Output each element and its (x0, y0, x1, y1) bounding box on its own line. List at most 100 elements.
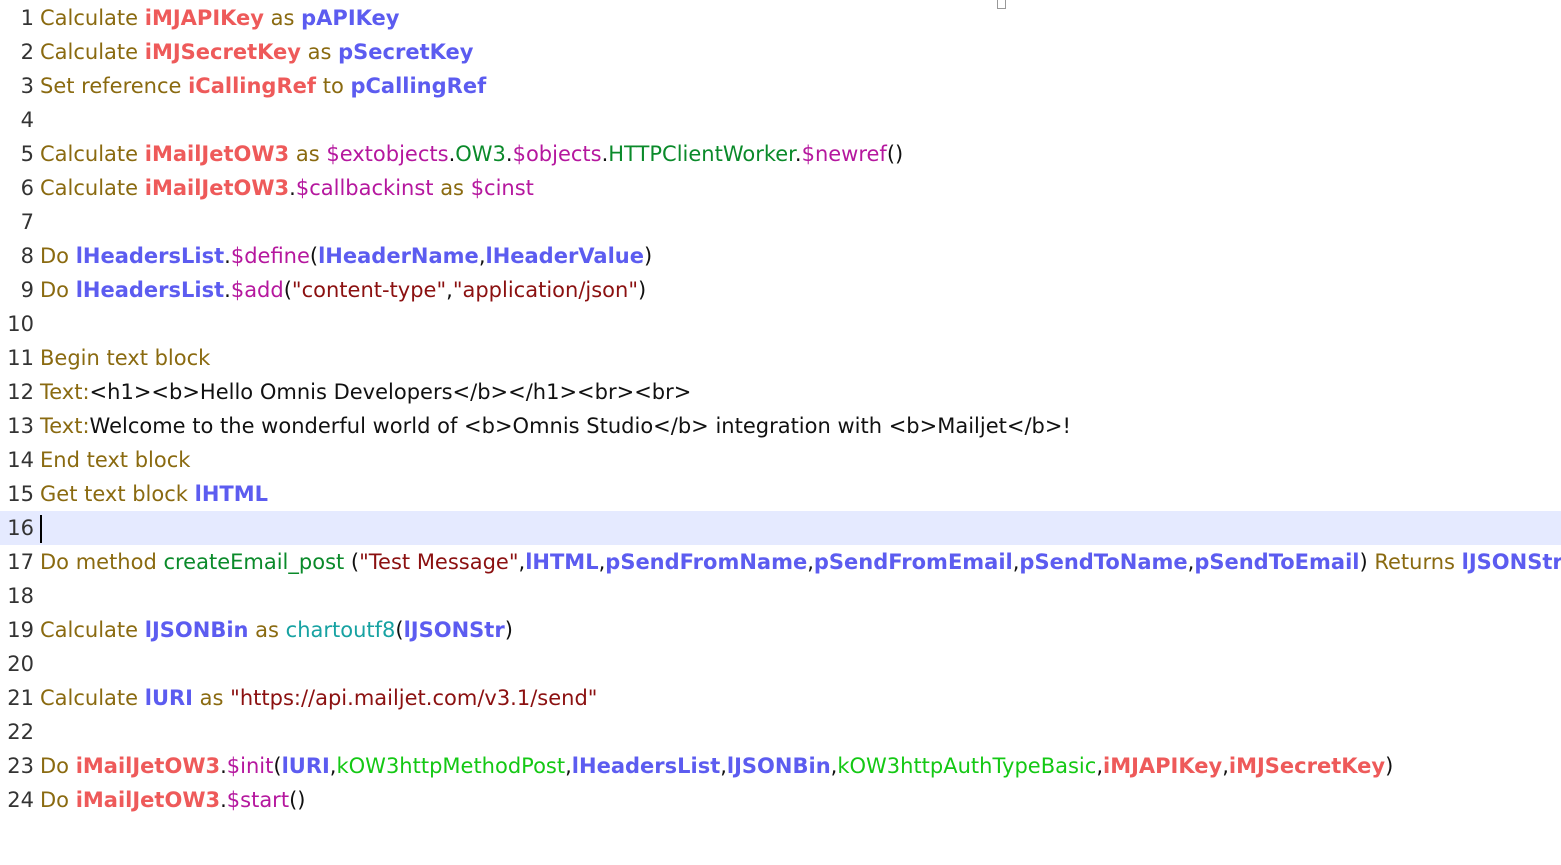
code-token-cmd: Calculate (40, 176, 145, 200)
code-text[interactable]: Do lHeadersList.$define(lHeaderName,lHea… (40, 239, 652, 273)
code-text[interactable]: Get text block lHTML (40, 477, 268, 511)
code-line[interactable]: 5 Calculate iMailJetOW3 as $extobjects.OW… (0, 137, 1561, 171)
code-token-plain: <h1><b>Hello Omnis Developers</b></h1><b… (89, 380, 692, 404)
code-token-fn: OW3 (455, 142, 506, 166)
code-token-str: "content-type" (291, 278, 447, 302)
code-token-punct: . (220, 788, 227, 812)
code-line[interactable]: 22 (0, 715, 1561, 749)
code-token-punct: () (886, 142, 904, 166)
code-token-lvar: pSendToName (1019, 550, 1188, 574)
code-text[interactable]: Text:<h1><b>Hello Omnis Developers</b></… (40, 375, 691, 409)
code-line[interactable]: 19 Calculate lJSONBin as chartoutf8(lJSON… (0, 613, 1561, 647)
code-line[interactable]: 10 (0, 307, 1561, 341)
line-number: 16 (7, 516, 34, 540)
code-line[interactable]: 21 Calculate lURI as "https://api.mailjet… (0, 681, 1561, 715)
code-line[interactable]: 14 End text block (0, 443, 1561, 477)
code-token-lvar: lJSONBin (726, 754, 831, 778)
code-token-lvar: pCallingRef (350, 74, 487, 98)
text-cursor (40, 515, 42, 543)
line-number: 21 (7, 686, 34, 710)
code-line[interactable]: 4 (0, 103, 1561, 137)
code-token-lvar: pSendToEmail (1194, 550, 1360, 574)
code-token-ivar: iMJAPIKey (144, 6, 264, 30)
code-text[interactable]: Calculate iMJSecretKey as pSecretKey (40, 35, 473, 69)
code-token-fn: createEmail_post (163, 550, 345, 574)
code-line[interactable]: 6 Calculate iMailJetOW3.$callbackinst as … (0, 171, 1561, 205)
code-text[interactable]: Do method createEmail_post ("Test Messag… (40, 545, 1561, 579)
code-token-cmd: Calculate (40, 618, 145, 642)
line-number: 9 (20, 278, 34, 302)
code-line[interactable]: 12 Text:<h1><b>Hello Omnis Developers</b>… (0, 375, 1561, 409)
code-text[interactable]: Text:Welcome to the wonderful world of <… (40, 409, 1071, 443)
code-line[interactable]: 7 (0, 205, 1561, 239)
line-number: 23 (7, 754, 34, 778)
line-number: 3 (20, 74, 34, 98)
line-number: 12 (7, 380, 34, 404)
code-token-ivar: iMailJetOW3 (75, 754, 221, 778)
code-text[interactable]: Calculate lJSONBin as chartoutf8(lJSONSt… (40, 613, 513, 647)
code-line[interactable]: 8 Do lHeadersList.$define(lHeaderName,lHe… (0, 239, 1561, 273)
code-line[interactable]: 17 Do method createEmail_post ("Test Mess… (0, 545, 1561, 579)
code-line[interactable]: 20 (0, 647, 1561, 681)
line-number: 13 (7, 414, 34, 438)
code-text[interactable]: Begin text block (40, 341, 210, 375)
code-token-lvar: pSendFromName (605, 550, 808, 574)
code-token-cmd: as (263, 6, 302, 30)
code-text[interactable]: Do iMailJetOW3.$init(lURI,kOW3httpMethod… (40, 749, 1393, 783)
code-token-punct: ( (344, 550, 360, 574)
code-token-punct: ( (395, 618, 404, 642)
code-token-lvar: pSecretKey (338, 40, 474, 64)
code-token-cmd: Do (40, 788, 76, 812)
code-editor[interactable]: 1 Calculate iMJAPIKey as pAPIKey 2 Calculat… (0, 0, 1561, 865)
code-text[interactable]: End text block (40, 443, 190, 477)
scroll-marker-icon (997, 0, 1006, 9)
code-token-cmd: Calculate (40, 686, 145, 710)
code-line[interactable]: 18 (0, 579, 1561, 613)
code-text[interactable]: Calculate lURI as "https://api.mailjet.c… (40, 681, 597, 715)
code-line[interactable]: 24 Do iMailJetOW3.$start() (0, 783, 1561, 817)
code-token-prop: $extobjects (326, 142, 449, 166)
line-number: 4 (20, 108, 34, 132)
code-token-prop: $define (230, 244, 310, 268)
code-text[interactable]: Set reference iCallingRef to pCallingRef (40, 69, 486, 103)
code-token-prop: $init (226, 754, 274, 778)
code-text[interactable]: Do lHeadersList.$add("content-type","app… (40, 273, 646, 307)
code-line[interactable]: 11 Begin text block (0, 341, 1561, 375)
code-text[interactable]: Do iMailJetOW3.$start() (40, 783, 305, 817)
line-number: 5 (20, 142, 34, 166)
line-number: 19 (7, 618, 34, 642)
code-line[interactable]: 23 Do iMailJetOW3.$init(lURI,kOW3httpMeth… (0, 749, 1561, 783)
code-token-cmd: Do method (40, 550, 164, 574)
code-token-lvar: pAPIKey (301, 6, 400, 30)
code-token-prop: $cinst (470, 176, 534, 200)
code-line[interactable]: 9 Do lHeadersList.$add("content-type","ap… (0, 273, 1561, 307)
code-text[interactable]: Calculate iMJAPIKey as pAPIKey (40, 1, 399, 35)
code-line[interactable]: 1 Calculate iMJAPIKey as pAPIKey (0, 1, 1561, 35)
code-token-ivar: iMJAPIKey (1103, 754, 1223, 778)
code-line[interactable]: 13 Text:Welcome to the wonderful world of… (0, 409, 1561, 443)
code-line-current[interactable]: 16 (0, 511, 1561, 545)
code-token-ivar: iMailJetOW3 (75, 788, 221, 812)
code-token-lvar: lHeadersList (75, 278, 225, 302)
code-token-cmd: to (316, 74, 351, 98)
code-token-punct: ( (309, 244, 319, 268)
code-token-cmd: as (248, 618, 286, 642)
code-token-punct: , (807, 550, 814, 574)
code-token-lvar: lHeaderName (318, 244, 479, 268)
code-token-cmd: Text: (40, 414, 90, 438)
code-text[interactable] (40, 511, 42, 545)
code-token-punct: . (794, 142, 802, 166)
code-token-cmd: as (300, 40, 339, 64)
code-text[interactable]: Calculate iMailJetOW3.$callbackinst as $… (40, 171, 534, 205)
code-token-cmd: Returns (1367, 550, 1462, 574)
code-token-cmd: Do (40, 244, 76, 268)
code-line[interactable]: 3 Set reference iCallingRef to pCallingRe… (0, 69, 1561, 103)
code-line[interactable]: 2 Calculate iMJSecretKey as pSecretKey (0, 35, 1561, 69)
code-token-prop: $objects (512, 142, 602, 166)
code-token-str: "Test Message" (359, 550, 519, 574)
code-line[interactable]: 15 Get text block lHTML (0, 477, 1561, 511)
code-token-str: "https://api.mailjet.com/v3.1/send" (230, 686, 598, 710)
code-token-cmd: Calculate (40, 40, 145, 64)
code-text[interactable]: Calculate iMailJetOW3 as $extobjects.OW3… (40, 137, 903, 171)
code-token-punct: . (224, 244, 231, 268)
